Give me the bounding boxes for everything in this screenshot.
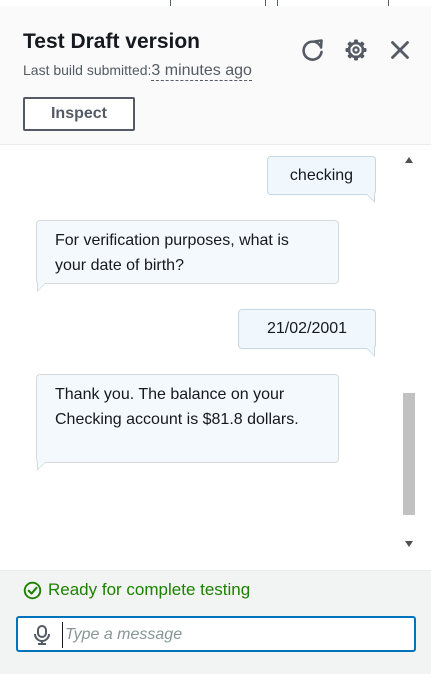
user-message: 21/02/2001 [238, 309, 376, 357]
test-panel-header: Test Draft version Last build submitted:… [0, 6, 431, 145]
bubble-tail [366, 193, 375, 203]
bubble-tail [37, 461, 46, 471]
message-input[interactable] [62, 622, 407, 648]
status-text: Ready for complete testing [48, 580, 251, 599]
scrollbar-thumb[interactable] [403, 393, 415, 515]
message-text: Thank you. The balance on your Checking … [55, 386, 299, 428]
build-info: Last build submitted:3 minutes ago [23, 62, 252, 81]
build-time-link[interactable]: 3 minutes ago [151, 62, 252, 81]
message-text: 21/02/2001 [266, 320, 348, 337]
inspect-button[interactable]: Inspect [23, 97, 135, 131]
bot-message: For verification purposes, what is your … [36, 220, 339, 292]
chat-scrollbar[interactable] [402, 153, 416, 551]
chat-footer: Ready for complete testing [0, 570, 431, 674]
message-input-box[interactable] [16, 616, 416, 652]
bot-message: Thank you. The balance on your Checking … [36, 374, 339, 471]
scroll-up-arrow-icon[interactable] [405, 157, 413, 163]
close-icon[interactable] [387, 37, 413, 63]
success-check-icon [23, 581, 42, 599]
bubble-tail [366, 347, 375, 357]
user-message: checking [267, 156, 376, 203]
refresh-icon[interactable] [300, 37, 326, 63]
chat-conversation[interactable]: checking For verification purposes, what… [0, 145, 431, 570]
build-label: Last build submitted: [23, 62, 152, 78]
message-text: checking [289, 167, 354, 184]
settings-icon[interactable] [343, 37, 369, 63]
bubble-tail [37, 282, 46, 292]
scroll-down-arrow-icon[interactable] [405, 541, 413, 547]
message-text: For verification purposes, what is your … [55, 232, 289, 274]
status-indicator: Ready for complete testing [23, 580, 250, 600]
microphone-icon[interactable] [33, 625, 51, 645]
panel-title: Test Draft version [23, 30, 200, 53]
